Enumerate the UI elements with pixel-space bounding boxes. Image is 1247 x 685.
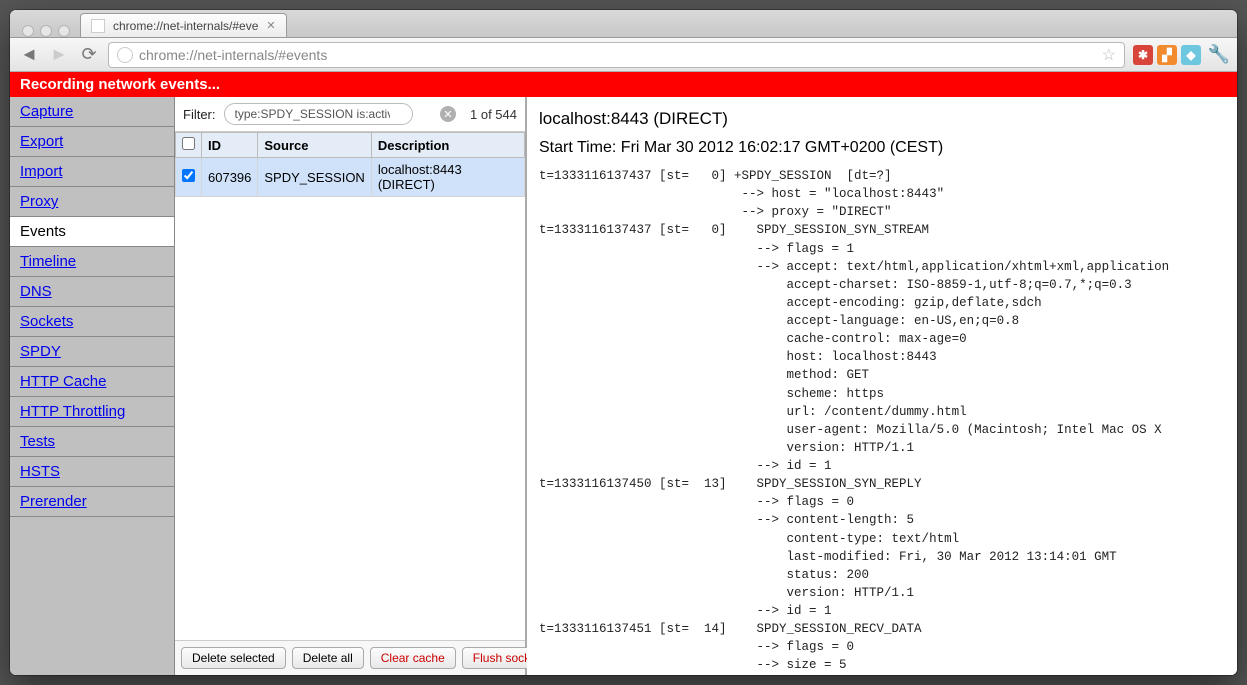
- extension-icons: ✱▞◆: [1133, 45, 1201, 65]
- site-info-icon[interactable]: [117, 47, 133, 63]
- sidebar-item-events[interactable]: Events: [10, 217, 174, 247]
- clear-filter-icon[interactable]: ✕: [440, 106, 456, 122]
- detail-start-time: Start Time: Fri Mar 30 2012 16:02:17 GMT…: [539, 139, 1225, 157]
- zoom-window-icon[interactable]: [58, 25, 70, 37]
- filter-input[interactable]: [224, 103, 413, 125]
- events-table: ID Source Description 607396SPDY_SESSION…: [175, 132, 525, 197]
- events-list-panel: Filter: ✕ 1 of 544 ID Source Description: [175, 97, 527, 675]
- clear-cache-button[interactable]: Clear cache: [370, 647, 456, 669]
- filter-label: Filter:: [183, 107, 216, 122]
- event-detail-panel: localhost:8443 (DIRECT) Start Time: Fri …: [527, 97, 1237, 675]
- extension-icon[interactable]: ▞: [1157, 45, 1177, 65]
- cell-description: localhost:8443 (DIRECT): [371, 158, 524, 197]
- browser-toolbar: ◄ ► ⟳ chrome://net-internals/#events ☆ ✱…: [10, 38, 1237, 72]
- sidebar-item-http-cache[interactable]: HTTP Cache: [10, 367, 174, 397]
- sidebar-item-tests[interactable]: Tests: [10, 427, 174, 457]
- bookmark-star-icon[interactable]: ☆: [1102, 45, 1116, 65]
- sidebar-item-proxy[interactable]: Proxy: [10, 187, 174, 217]
- cell-id: 607396: [202, 158, 258, 197]
- table-row[interactable]: 607396SPDY_SESSIONlocalhost:8443 (DIRECT…: [176, 158, 525, 197]
- tab-favicon-icon: [91, 19, 105, 33]
- sidebar-item-capture[interactable]: Capture: [10, 97, 174, 127]
- select-all-header[interactable]: [176, 133, 202, 158]
- close-tab-icon[interactable]: ✕: [266, 19, 275, 32]
- extension-icon[interactable]: ✱: [1133, 45, 1153, 65]
- address-bar[interactable]: chrome://net-internals/#events ☆: [108, 42, 1125, 68]
- back-button[interactable]: ◄: [18, 44, 40, 66]
- sidebar: CaptureExportImportProxyEventsTimelineDN…: [10, 97, 175, 675]
- wrench-menu-icon[interactable]: 🔧: [1209, 45, 1229, 65]
- reload-button[interactable]: ⟳: [78, 44, 100, 66]
- select-all-checkbox[interactable]: [182, 137, 195, 150]
- sidebar-item-hsts[interactable]: HSTS: [10, 457, 174, 487]
- sidebar-item-timeline[interactable]: Timeline: [10, 247, 174, 277]
- column-header-id[interactable]: ID: [202, 133, 258, 158]
- sidebar-item-import[interactable]: Import: [10, 157, 174, 187]
- column-header-description[interactable]: Description: [371, 133, 524, 158]
- filter-count: 1 of 544: [470, 107, 517, 122]
- delete-all-button[interactable]: Delete all: [292, 647, 364, 669]
- sidebar-item-dns[interactable]: DNS: [10, 277, 174, 307]
- content-area: CaptureExportImportProxyEventsTimelineDN…: [10, 97, 1237, 675]
- event-log: t=1333116137437 [st= 0] +SPDY_SESSION [d…: [539, 167, 1225, 675]
- sidebar-item-prerender[interactable]: Prerender: [10, 487, 174, 517]
- action-button-row: Delete selected Delete all Clear cache F…: [175, 640, 525, 675]
- browser-window: chrome://net-internals/#eve ✕ ◄ ► ⟳ chro…: [10, 10, 1237, 675]
- row-checkbox[interactable]: [182, 169, 195, 182]
- url-text: chrome://net-internals/#events: [139, 47, 1096, 63]
- delete-selected-button[interactable]: Delete selected: [181, 647, 286, 669]
- tab-title: chrome://net-internals/#eve: [113, 19, 258, 33]
- close-window-icon[interactable]: [22, 25, 34, 37]
- tab-strip: chrome://net-internals/#eve ✕: [10, 10, 1237, 38]
- filter-row: Filter: ✕ 1 of 544: [175, 97, 525, 132]
- forward-button[interactable]: ►: [48, 44, 70, 66]
- sidebar-item-export[interactable]: Export: [10, 127, 174, 157]
- sidebar-item-spdy[interactable]: SPDY: [10, 337, 174, 367]
- minimize-window-icon[interactable]: [40, 25, 52, 37]
- extension-icon[interactable]: ◆: [1181, 45, 1201, 65]
- recording-banner: Recording network events...: [10, 72, 1237, 97]
- cell-source: SPDY_SESSION: [258, 158, 371, 197]
- sidebar-item-sockets[interactable]: Sockets: [10, 307, 174, 337]
- column-header-source[interactable]: Source: [258, 133, 371, 158]
- browser-tab[interactable]: chrome://net-internals/#eve ✕: [80, 13, 287, 37]
- window-controls[interactable]: [16, 19, 80, 37]
- detail-title: localhost:8443 (DIRECT): [539, 109, 1225, 129]
- sidebar-item-http-throttling[interactable]: HTTP Throttling: [10, 397, 174, 427]
